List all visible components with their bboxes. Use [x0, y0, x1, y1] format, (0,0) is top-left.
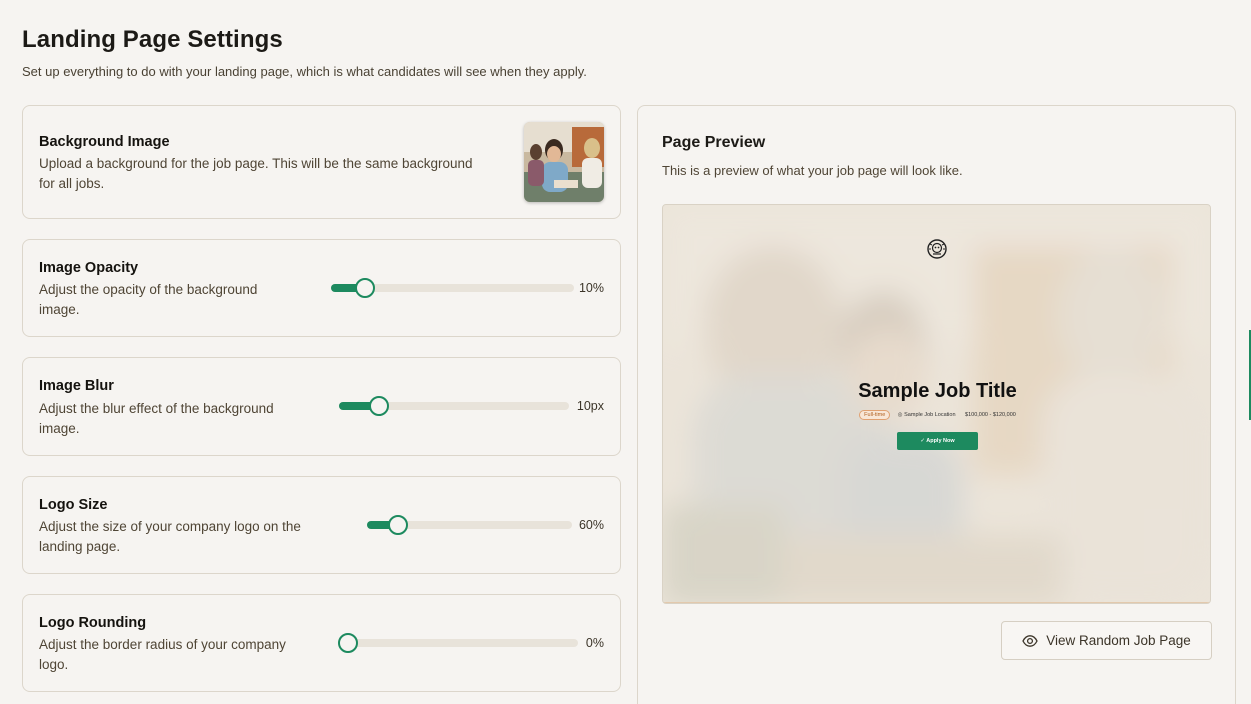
background-image-description-2: for all jobs.	[39, 176, 105, 191]
preview-apply-button: ✓ Apply Now	[897, 432, 978, 450]
preview-job-meta: Full-time ◎ Sample Job Location $100,000…	[663, 410, 1210, 420]
background-image-title: Background Image	[39, 134, 170, 150]
image-opacity-value: 10%	[578, 281, 604, 295]
logo-size-slider-thumb[interactable]	[388, 515, 408, 535]
background-image-card: Background Image Upload a background for…	[22, 105, 621, 219]
logo-size-card: Logo Size Adjust the size of your compan…	[22, 476, 621, 574]
location-pin-icon: ◎	[897, 412, 903, 418]
logo-rounding-slider-thumb[interactable]	[338, 633, 358, 653]
image-blur-slider[interactable]	[339, 396, 569, 416]
logo-rounding-description-1: Adjust the border radius of your company	[39, 637, 286, 652]
image-opacity-slider[interactable]	[331, 278, 574, 298]
image-opacity-slider-thumb[interactable]	[355, 278, 375, 298]
image-blur-slider-thumb[interactable]	[369, 396, 389, 416]
image-blur-card: Image Blur Adjust the blur effect of the…	[22, 357, 621, 456]
preview-job-title: Sample Job Title	[858, 380, 1017, 402]
image-opacity-title: Image Opacity	[39, 260, 139, 276]
logo-size-value: 60%	[578, 518, 604, 532]
logo-size-description-1: Adjust the size of your company logo on …	[39, 519, 301, 534]
image-opacity-card: Image Opacity Adjust the opacity of the …	[22, 239, 621, 337]
image-blur-description-1: Adjust the blur effect of the background	[39, 401, 274, 416]
view-random-job-page-button[interactable]: View Random Job Page	[1001, 621, 1212, 660]
page-preview-card: Page Preview This is a preview of what y…	[637, 105, 1236, 704]
image-blur-title: Image Blur	[39, 378, 114, 394]
logo-rounding-title: Logo Rounding	[39, 615, 147, 631]
page-title: Landing Page Settings	[22, 26, 283, 53]
logo-rounding-card: Logo Rounding Adjust the border radius o…	[22, 594, 621, 692]
logo-size-slider[interactable]	[367, 515, 572, 535]
image-opacity-description-2: image.	[39, 302, 80, 317]
page-subtitle: Set up everything to do with your landin…	[22, 64, 587, 79]
preview-employment-badge: Full-time	[859, 410, 891, 420]
preview-company-logo-icon	[927, 239, 947, 259]
background-image-description-1: Upload a background for the job page. Th…	[39, 156, 473, 171]
view-random-job-page-label: View Random Job Page	[1046, 633, 1191, 648]
image-blur-value: 10px	[576, 399, 604, 413]
page-preview-title: Page Preview	[662, 134, 766, 151]
preview-salary: $100,000 - $120,000	[965, 412, 1016, 418]
logo-rounding-value: 0%	[585, 636, 604, 650]
page-preview-frame: Sample Job Title Full-time ◎ Sample Job …	[662, 204, 1211, 604]
background-image-thumbnail[interactable]	[524, 122, 604, 202]
page-preview-description: This is a preview of what your job page …	[662, 163, 963, 178]
eye-icon	[1022, 634, 1038, 647]
logo-rounding-description-2: logo.	[39, 657, 69, 672]
preview-background-image	[663, 205, 1210, 603]
logo-size-description-2: landing page.	[39, 539, 121, 554]
image-blur-description-2: image.	[39, 421, 80, 436]
logo-rounding-slider[interactable]	[338, 633, 578, 653]
preview-location: Sample Job Location	[904, 412, 956, 418]
logo-size-title: Logo Size	[39, 497, 108, 513]
image-opacity-description-1: Adjust the opacity of the background	[39, 282, 258, 297]
